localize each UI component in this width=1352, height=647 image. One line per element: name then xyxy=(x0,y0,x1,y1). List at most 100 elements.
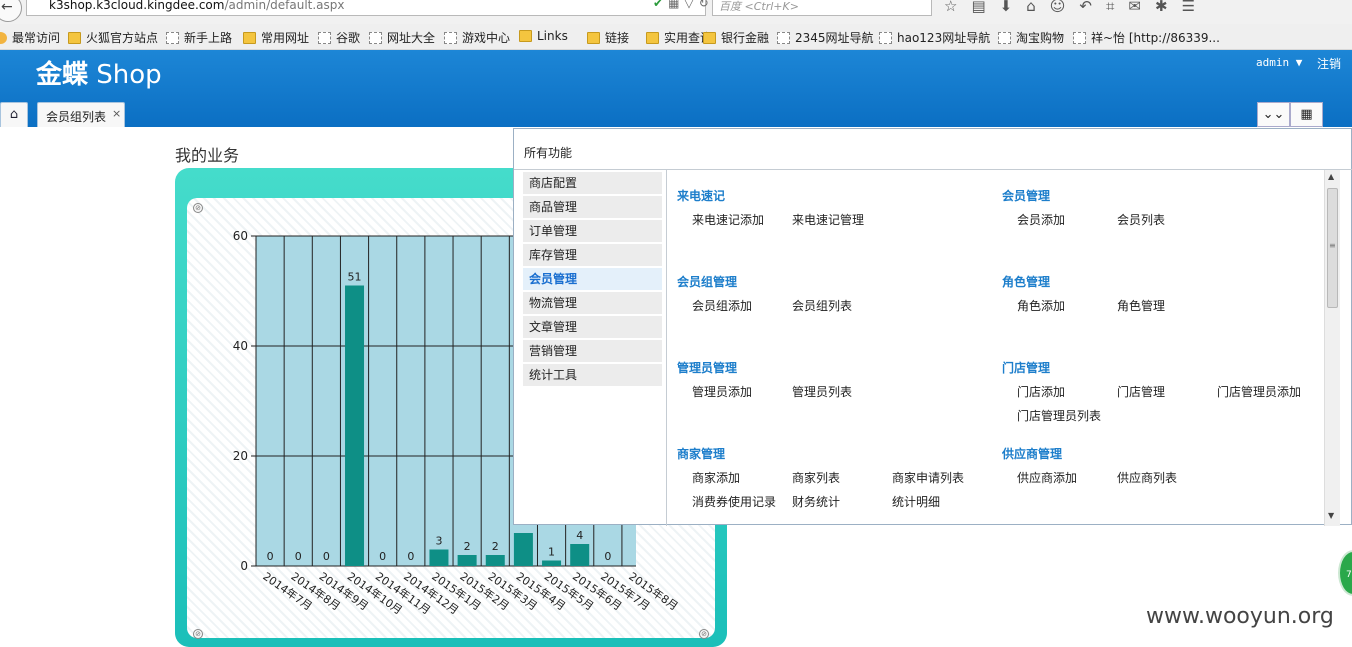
bookmark-item[interactable]: 最常访问 xyxy=(0,29,60,46)
data-label: 0 xyxy=(295,550,302,563)
group-title: 商家管理 xyxy=(677,447,726,461)
menu-link[interactable]: 消费券使用记录 xyxy=(692,493,776,510)
group-title: 供应商管理 xyxy=(1002,447,1063,461)
download-icon[interactable]: ⬇ xyxy=(1000,0,1027,15)
menu-category[interactable]: 会员管理 xyxy=(523,268,662,290)
menu-link[interactable]: 商家申请列表 xyxy=(892,469,964,486)
bookmark-label: 火狐官方站点 xyxy=(86,31,159,45)
browser-toolbar: ☆▤⬇⌂☺↶⌗✉✱☰ xyxy=(944,0,1209,15)
chat-icon[interactable]: ☺ xyxy=(1050,0,1080,15)
menu-link[interactable]: 门店管理员列表 xyxy=(1017,407,1101,424)
side-widget[interactable]: 7 xyxy=(1338,550,1352,596)
bookmark-item[interactable]: 新手上路 xyxy=(166,29,232,46)
url-text: k3shop.k3cloud.kingdee.com/admin/default… xyxy=(49,0,345,12)
bookmark-item[interactable]: 链接 xyxy=(587,29,629,46)
bookmark-item[interactable]: 常用网址 xyxy=(243,29,309,46)
qr-code-icon[interactable]: ▦ xyxy=(668,0,684,10)
menu-link[interactable]: 商家列表 xyxy=(792,469,840,486)
menu-category[interactable]: 文章管理 xyxy=(523,316,662,338)
bar xyxy=(485,555,505,566)
menu-link[interactable]: 门店管理 xyxy=(1117,383,1165,400)
data-label: 3 xyxy=(435,535,442,548)
group-title: 会员组管理 xyxy=(677,275,738,289)
double-chevron-down-icon: ⌄⌄ xyxy=(1262,107,1285,122)
page-icon xyxy=(777,32,790,44)
undo-icon[interactable]: ↶ xyxy=(1079,0,1106,15)
bookmark-label: 新手上路 xyxy=(184,31,233,45)
extension-icon[interactable]: ✱ xyxy=(1155,0,1182,15)
dropdown-arrow-icon[interactable]: ▽ xyxy=(684,0,698,10)
url-bar[interactable]: k3shop.k3cloud.kingdee.com/admin/default… xyxy=(26,0,709,16)
folder-icon xyxy=(646,32,659,44)
data-label: 51 xyxy=(348,271,362,284)
bookmark-item[interactable]: 2345网址导航 xyxy=(777,29,874,46)
bookmark-item[interactable]: 淘宝购物 xyxy=(998,29,1064,46)
menu-category[interactable]: 营销管理 xyxy=(523,340,662,362)
menu-link[interactable]: 会员列表 xyxy=(1117,211,1165,228)
bar xyxy=(429,549,449,566)
folder-icon xyxy=(587,32,600,44)
menu-link[interactable]: 财务统计 xyxy=(792,493,840,510)
data-label: 4 xyxy=(576,529,583,542)
logout-link[interactable]: 注销 xyxy=(1317,55,1341,72)
scroll-down-icon[interactable]: ▼ xyxy=(1328,511,1334,520)
scrollbar[interactable]: ▲ ≡ ▼ xyxy=(1324,170,1340,526)
close-icon[interactable]: × xyxy=(112,107,121,120)
data-label: 0 xyxy=(267,550,274,563)
menu-link[interactable]: 供应商列表 xyxy=(1117,469,1177,486)
crop-icon[interactable]: ⌗ xyxy=(1106,0,1128,15)
home-icon: ⌂ xyxy=(9,107,19,122)
menu-link[interactable]: 门店管理员添加 xyxy=(1217,383,1301,400)
comment-icon[interactable]: ✉ xyxy=(1128,0,1155,15)
home-icon[interactable]: ⌂ xyxy=(1026,0,1050,15)
y-tick-label: 20 xyxy=(233,449,248,463)
menu-category[interactable]: 商品管理 xyxy=(523,196,662,218)
page-icon xyxy=(879,32,892,44)
y-tick-label: 0 xyxy=(240,559,248,573)
bookmark-item[interactable]: 火狐官方站点 xyxy=(68,29,158,46)
menu-category[interactable]: 商店配置 xyxy=(523,172,662,194)
menu-link[interactable]: 角色添加 xyxy=(1017,297,1065,314)
menu-category[interactable]: 订单管理 xyxy=(523,220,662,242)
menu-link[interactable]: 供应商添加 xyxy=(1017,469,1077,486)
bookmark-label: 谷歌 xyxy=(336,31,361,45)
menu-link[interactable]: 门店添加 xyxy=(1017,383,1065,400)
menu-link[interactable]: 统计明细 xyxy=(892,493,940,510)
menu-link[interactable]: 管理员添加 xyxy=(692,383,752,400)
menu-link[interactable]: 来电速记管理 xyxy=(792,211,864,228)
menu-link[interactable]: 角色管理 xyxy=(1117,297,1165,314)
bookmark-item[interactable]: 银行金融 xyxy=(703,29,769,46)
bookmark-label: 常用网址 xyxy=(261,31,310,45)
back-button[interactable]: ← xyxy=(0,0,22,22)
bookmark-item[interactable]: hao123网址导航 xyxy=(879,29,990,46)
menu-link[interactable]: 会员组列表 xyxy=(792,297,852,314)
gear-icon xyxy=(0,32,7,44)
bookmark-item[interactable]: 谷歌 xyxy=(318,29,360,46)
all-functions-button[interactable]: ▦ xyxy=(1290,102,1323,127)
menu-category[interactable]: 统计工具 xyxy=(523,364,662,386)
menu-link[interactable]: 会员添加 xyxy=(1017,211,1065,228)
bookmark-item[interactable]: 祥~怡 [http://86339... xyxy=(1073,29,1220,46)
menu-link[interactable]: 商家添加 xyxy=(692,469,740,486)
search-input[interactable]: 百度 <Ctrl+K> xyxy=(712,0,932,16)
scroll-up-icon[interactable]: ▲ xyxy=(1328,172,1334,181)
star-icon[interactable]: ☆ xyxy=(944,0,971,15)
bookmark-item[interactable]: 游戏中心 xyxy=(444,29,510,46)
menu-link[interactable]: 来电速记添加 xyxy=(692,211,764,228)
reading-list-icon[interactable]: ▤ xyxy=(971,0,999,15)
user-menu[interactable]: admin ▼ xyxy=(1256,56,1302,69)
menu-category[interactable]: 物流管理 xyxy=(523,292,662,314)
tab-member-group-list[interactable]: 会员组列表 × xyxy=(37,102,125,127)
menu-link[interactable]: 会员组添加 xyxy=(692,297,752,314)
collapse-button[interactable]: ⌄⌄ xyxy=(1257,102,1290,127)
hamburger-menu-icon[interactable]: ☰ xyxy=(1182,0,1209,15)
menu-link[interactable]: 管理员列表 xyxy=(792,383,852,400)
home-tab[interactable]: ⌂ xyxy=(0,102,28,127)
data-label: 0 xyxy=(323,550,330,563)
category-list: 商店配置 商品管理 订单管理 库存管理 会员管理 物流管理 文章管理 营销管理 统计工具 xyxy=(514,170,667,526)
bookmark-item[interactable]: 网址大全 xyxy=(369,29,435,46)
scroll-thumb[interactable]: ≡ xyxy=(1327,188,1338,308)
all-functions-panel: 所有功能 商店配置 商品管理 订单管理 库存管理 会员管理 物流管理 文章管理 营销管理 统计工… xyxy=(513,128,1352,526)
menu-category[interactable]: 库存管理 xyxy=(523,244,662,266)
bookmark-item[interactable]: Links xyxy=(519,29,568,43)
